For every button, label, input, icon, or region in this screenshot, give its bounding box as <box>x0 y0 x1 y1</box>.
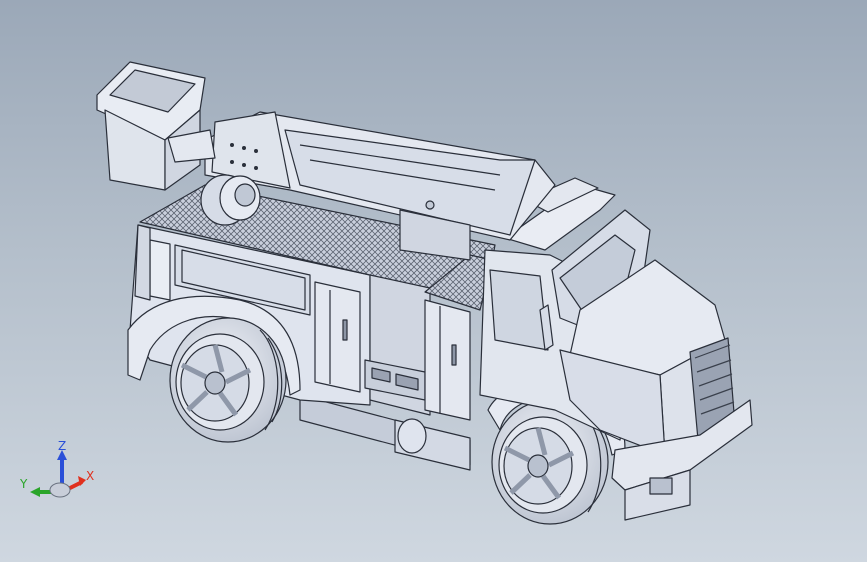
z-axis-label: Z <box>58 440 66 453</box>
triad-origin <box>49 482 71 498</box>
aerial-bucket <box>96 61 216 191</box>
cad-viewport[interactable]: Z X Y <box>0 0 867 562</box>
x-axis-label: X <box>86 469 94 483</box>
rear-wheel <box>169 317 287 443</box>
y-axis-label: Y <box>19 477 28 491</box>
axis-triad: Z X Y <box>19 440 94 498</box>
truck-model[interactable] <box>0 0 867 562</box>
